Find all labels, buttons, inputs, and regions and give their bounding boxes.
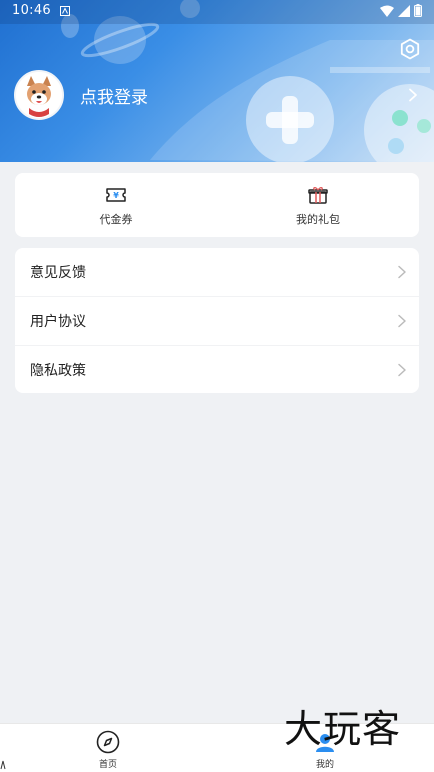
signal-icon	[398, 4, 410, 17]
chevron-right-icon	[398, 265, 406, 279]
menu-item-label: 用户协议	[30, 314, 86, 330]
settings-menu: 意见反馈 用户协议 隐私政策	[15, 248, 419, 393]
menu-item-privacy-policy[interactable]: 隐私政策	[15, 346, 419, 393]
gift-pack-label: 我的礼包	[296, 212, 340, 226]
status-time: 10:46	[12, 3, 51, 18]
menu-item-label: 意见反馈	[30, 265, 86, 281]
voucher-currency-glyph: ¥	[113, 191, 119, 200]
gift-pack-button[interactable]: 我的礼包	[217, 173, 419, 237]
quick-actions-card: ¥ 代金券 我的礼包	[15, 173, 419, 237]
voucher-label: 代金券	[99, 212, 133, 226]
voucher-button[interactable]: ¥ 代金券	[15, 173, 217, 237]
avatar[interactable]	[14, 70, 64, 120]
nav-home[interactable]: 首页	[78, 730, 138, 770]
chevron-right-icon	[398, 314, 406, 328]
wifi-icon	[380, 5, 394, 17]
menu-item-user-agreement[interactable]: 用户协议	[15, 297, 419, 346]
battery-icon	[414, 4, 422, 17]
nav-home-label: 首页	[98, 760, 117, 770]
menu-item-feedback[interactable]: 意见反馈	[15, 248, 419, 297]
chevron-right-icon	[409, 88, 417, 102]
settings-icon[interactable]	[398, 37, 422, 61]
chevron-right-icon	[398, 363, 406, 377]
profile-header: 10:46 点我登录	[0, 0, 434, 162]
corner-tick-icon	[0, 760, 6, 770]
dog-avatar-icon	[16, 72, 62, 118]
gift-icon	[308, 186, 328, 204]
brand-watermark: 大玩客	[284, 707, 402, 751]
notification-icon	[60, 6, 70, 16]
voucher-icon: ¥	[106, 187, 126, 202]
status-bar: 10:46	[0, 0, 434, 24]
login-prompt[interactable]: 点我登录	[80, 83, 406, 108]
login-row[interactable]: 点我登录	[14, 70, 424, 120]
nav-mine-label: 我的	[315, 760, 334, 770]
menu-item-label: 隐私政策	[30, 363, 86, 379]
compass-icon	[96, 730, 120, 754]
